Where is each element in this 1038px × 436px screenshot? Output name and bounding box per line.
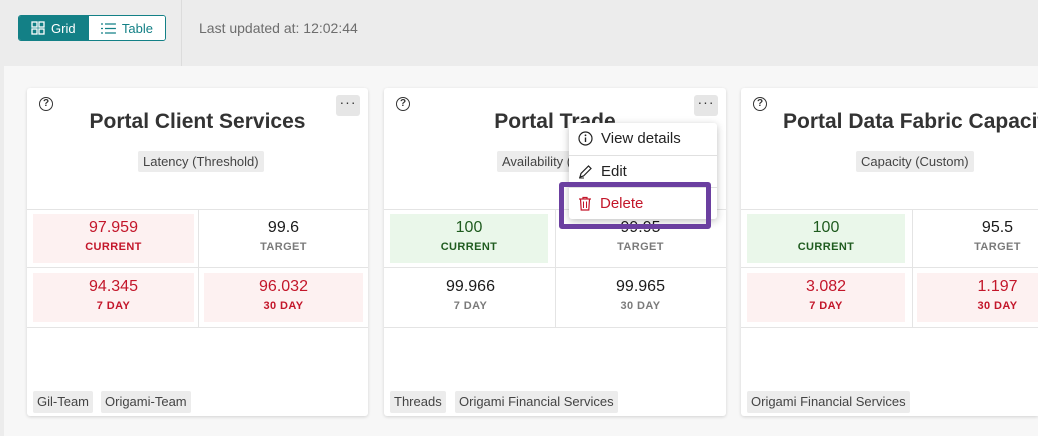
metric-target: 95.5 TARGET: [917, 214, 1038, 263]
divider: [912, 210, 913, 327]
metric-value: 95.5: [981, 219, 1014, 236]
metric-label: CURRENT: [85, 241, 142, 253]
team-tag[interactable]: Threads: [390, 391, 446, 413]
metric-value: 100: [455, 219, 483, 236]
grid-view-button[interactable]: Grid: [19, 16, 89, 40]
metric-30-day: 1.197 30 DAY: [917, 273, 1038, 322]
slo-type-badge: Latency (Threshold): [138, 151, 264, 172]
question-circle-icon[interactable]: ?: [396, 97, 410, 111]
menu-item-view-details[interactable]: View details: [569, 123, 717, 154]
metric-label: TARGET: [974, 241, 1021, 253]
view-toggle: Grid Table: [18, 15, 166, 41]
last-updated-text: Last updated at: 12:02:44: [199, 20, 358, 36]
metric-current: 100 CURRENT: [390, 214, 548, 263]
grid-view-label: Grid: [51, 20, 76, 36]
metric-label: 7 DAY: [809, 300, 843, 312]
menu-item-edit[interactable]: Edit: [569, 155, 717, 186]
metric-value: 100: [812, 219, 840, 236]
ellipsis-icon: ···: [339, 94, 357, 110]
metric-value: 94.345: [89, 278, 138, 295]
question-circle-icon[interactable]: ?: [753, 97, 767, 111]
trash-icon: [579, 196, 591, 211]
ellipsis-icon: ···: [697, 94, 715, 110]
team-tag[interactable]: Origami Financial Services: [747, 391, 910, 413]
divider: [555, 210, 556, 327]
metric-value: 99.965: [616, 278, 665, 295]
list-icon: [101, 22, 116, 34]
question-circle-icon[interactable]: ?: [39, 97, 53, 111]
divider: [198, 210, 199, 327]
metric-30-day: 96.032 30 DAY: [204, 273, 363, 322]
toolbar-divider: [181, 0, 182, 66]
menu-item-label: Delete: [600, 194, 644, 212]
pencil-icon: [579, 164, 592, 178]
metric-label: 7 DAY: [453, 300, 488, 312]
top-toolbar: Grid Table Last updated at: 12:02:44: [0, 0, 1038, 66]
metric-7-day: 3.082 7 DAY: [747, 273, 905, 322]
divider: [741, 209, 1038, 210]
table-view-button[interactable]: Table: [89, 16, 165, 40]
metric-value: 3.082: [805, 278, 847, 295]
metric-label: 30 DAY: [263, 300, 304, 312]
table-view-label: Table: [121, 20, 153, 36]
team-tag[interactable]: Origami-Team: [101, 391, 191, 413]
metric-7-day: 99.966 7 DAY: [390, 273, 551, 322]
menu-item-label: Edit: [601, 162, 627, 180]
info-circle-icon: [578, 131, 593, 146]
metric-label: TARGET: [260, 241, 307, 253]
team-tag[interactable]: Gil-Team: [33, 391, 94, 413]
metric-label: CURRENT: [797, 241, 855, 253]
divider: [384, 327, 726, 328]
divider: [741, 327, 1038, 328]
team-tag[interactable]: Origami Financial Services: [455, 391, 618, 413]
metric-target: 99.95 TARGET: [560, 214, 721, 263]
metric-value: 97.959: [89, 219, 138, 236]
card-title: Portal Data Fabric Capacity: [783, 110, 1038, 133]
slo-type-badge: Availability (: [497, 151, 577, 172]
metric-value: 99.6: [267, 219, 300, 236]
metric-value: 99.966: [446, 278, 495, 295]
metric-label: 30 DAY: [977, 300, 1018, 312]
menu-item-label: View details: [601, 130, 681, 147]
metric-value: 99.95: [620, 219, 661, 236]
metric-label: CURRENT: [440, 241, 498, 253]
menu-item-delete[interactable]: Delete: [569, 187, 717, 218]
metric-value: 1.197: [977, 278, 1018, 295]
metric-label: TARGET: [617, 241, 664, 253]
slo-type-badge: Capacity (Custom): [856, 151, 974, 172]
metric-current: 97.959 CURRENT: [33, 214, 194, 263]
metric-value: 96.032: [259, 278, 308, 295]
metric-30-day: 99.965 30 DAY: [560, 273, 721, 322]
card-context-menu: View details Edit Delete: [569, 123, 717, 219]
metric-7-day: 94.345 7 DAY: [33, 273, 194, 322]
divider: [741, 267, 1038, 268]
metric-label: 7 DAY: [96, 300, 131, 312]
slo-card-3: ? Portal Data Fabric Capacity Capacity (…: [741, 88, 1038, 416]
divider: [27, 327, 368, 328]
metric-label: 30 DAY: [620, 300, 661, 312]
card-title: Portal Client Services: [89, 110, 306, 133]
metric-current: 100 CURRENT: [747, 214, 905, 263]
grid-icon: [31, 21, 45, 35]
metric-target: 99.6 TARGET: [203, 214, 364, 263]
slo-card-1: ? ··· Portal Client Services Latency (Th…: [27, 88, 368, 416]
